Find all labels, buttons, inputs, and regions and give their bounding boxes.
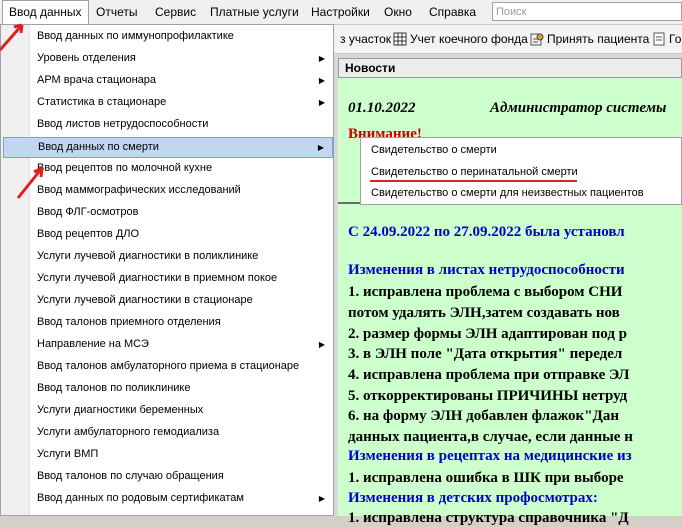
toolbar-bed-fund-button[interactable]: Учет коечного фонда: [393, 31, 528, 47]
menu-item[interactable]: Ввод талонов по поликлинике: [3, 379, 333, 400]
menu-item-label: Ввод данных по иммунопрофилактике: [37, 30, 234, 42]
menu-item-label: АРМ врача стационара: [37, 74, 157, 86]
news-line: данных пациента,в случае, если данные н: [348, 429, 633, 445]
menu-item-label: Уровень отделения: [37, 52, 136, 64]
menu-item[interactable]: Ввод данных по родовым сертификатам ▶: [3, 489, 333, 510]
news-line: 6. на форму ЭЛН добавлен флажок"Дан: [348, 408, 619, 424]
menu-item[interactable]: Услуги диагностики беременных: [3, 401, 333, 422]
menu-item-label: Статистика в стационаре: [37, 96, 167, 108]
news-line: 5. откорректированы ПРИЧИНЫ нетруд: [348, 388, 628, 404]
menu-item[interactable]: Ввод талонов по случаю обращения: [3, 467, 333, 488]
news-author: Администратор системы: [490, 100, 667, 116]
menu-item[interactable]: Уровень отделения ▶: [3, 49, 333, 70]
menu-item-label: Ввод данных по родовым сертификатам: [37, 492, 244, 504]
submenu-arrow-icon: ▶: [318, 340, 325, 349]
news-date: 01.10.2022: [348, 100, 416, 116]
menu-item[interactable]: Ввод рецептов по молочной кухне: [3, 159, 333, 180]
menu-bar: Ввод данных Отчеты Сервис Платные услуги…: [0, 0, 682, 25]
menu-item-label: Услуги лучевой диагностики в приемном по…: [37, 272, 278, 284]
menu-reports[interactable]: Отчеты: [90, 0, 143, 24]
menu-item-label: Направление на МСЭ: [37, 338, 149, 350]
grid-icon: [393, 32, 407, 46]
news-line: 1. исправлена проблема с выбором СНИ: [348, 284, 623, 300]
menu-item[interactable]: Направление на МСЭ ▶: [3, 335, 333, 356]
input-data-dropdown: Ввод данных по иммунопрофилактике Уровень…: [0, 24, 334, 516]
news-line: 1. исправлена ошибка в ШК при выборе: [348, 470, 624, 486]
submenu-arrow-icon: ▶: [318, 494, 325, 503]
menu-item[interactable]: Услуги ВМП: [3, 445, 333, 466]
menu-item-label: Ввод талонов амбулаторного приема в стац…: [37, 360, 300, 372]
menu-item-label: Ввод талонов по случаю обращения: [37, 470, 224, 482]
news-line: С 24.09.2022 по 27.09.2022 была установл: [348, 224, 625, 240]
menu-item[interactable]: Статистика в стационаре ▶: [3, 93, 333, 114]
submenu-arrow-icon: ▶: [317, 143, 324, 152]
menu-item[interactable]: Ввод маммографических исследований: [3, 181, 333, 202]
submenu-arrow-icon: ▶: [318, 98, 325, 107]
menu-input-data[interactable]: Ввод данных: [2, 0, 89, 24]
menu-item-label: Ввод рецептов по молочной кухне: [37, 162, 213, 174]
toolbar-accept-patient-label: Принять пациента: [547, 32, 650, 46]
menu-service[interactable]: Сервис: [149, 0, 202, 24]
menu-item[interactable]: Ввод талонов амбулаторного приема в стац…: [3, 357, 333, 378]
menu-item-label: Ввод рецептов ДЛО: [37, 228, 140, 240]
menu-item[interactable]: АРМ врача стационара ▶: [3, 71, 333, 92]
menu-item[interactable]: Ввод рецептов ДЛО: [3, 225, 333, 246]
menu-item-label: Ввод ФЛГ-осмотров: [37, 206, 139, 218]
menu-settings[interactable]: Настройки: [305, 0, 376, 24]
toolbar-more-label: Го: [669, 32, 682, 46]
menu-item[interactable]: Услуги лучевой диагностики в стационаре: [3, 291, 333, 312]
toolbar-district-button[interactable]: з участок: [340, 31, 391, 47]
news-line: 3. в ЭЛН поле "Дата открытия" передел: [348, 346, 623, 362]
menu-item[interactable]: Ввод данных по иммунопрофилактике: [3, 27, 333, 48]
news-line: 2. размер формы ЭЛН адаптирован под р: [348, 326, 628, 342]
menu-help[interactable]: Справка: [423, 0, 482, 24]
toolbar-bed-fund-label: Учет коечного фонда: [410, 32, 528, 46]
toolbar-accept-patient-button[interactable]: Принять пациента: [530, 31, 649, 47]
submenu-item-death-certificate[interactable]: Свидетельство о смерти: [371, 144, 497, 156]
submenu-arrow-icon: ▶: [318, 54, 325, 63]
news-line: Изменения в рецептах на медицинские из: [348, 448, 632, 464]
news-line: Изменения в детских профосмотрах:: [348, 490, 598, 506]
menu-item-label: Услуги лучевой диагностики в стационаре: [37, 294, 253, 306]
menu-item-label: Услуги диагностики беременных: [37, 404, 204, 416]
submenu-item-perinatal-death-certificate[interactable]: Свидетельство о перинатальной смерти: [371, 166, 578, 178]
patient-icon: [530, 33, 544, 46]
menu-item[interactable]: Услуги лучевой диагностики в приемном по…: [3, 269, 333, 290]
menu-item-label: Ввод талонов приемного отделения: [37, 316, 221, 328]
menu-item-label: Услуги ВМП: [37, 448, 99, 460]
toolbar-district-label: з участок: [340, 32, 392, 46]
menu-paid-services[interactable]: Платные услуги: [204, 0, 305, 24]
news-line: потом удалять ЭЛН,затем создавать нов: [348, 305, 620, 321]
menu-item-label: Ввод данных по смерти: [38, 141, 159, 153]
news-tab[interactable]: Новости: [338, 58, 682, 78]
menu-item-label: Ввод талонов по поликлинике: [37, 382, 191, 394]
news-line: 1. исправлена структура справочника "Д: [348, 510, 629, 526]
submenu-arrow-icon: ▶: [318, 76, 325, 85]
document-icon: [653, 32, 665, 46]
news-line: 4. исправлена проблема при отправке ЭЛ: [348, 367, 630, 383]
menu-item-label: Ввод маммографических исследований: [37, 184, 241, 196]
menu-item[interactable]: Ввод данных по смерти ▶: [3, 137, 333, 158]
menu-item[interactable]: Ввод ФЛГ-осмотров: [3, 203, 333, 224]
death-data-submenu: Свидетельство о смерти Свидетельство о п…: [360, 137, 682, 205]
menu-item[interactable]: Услуги лучевой диагностики в поликлинике: [3, 247, 333, 268]
submenu-item-unknown-patient-death-certificate[interactable]: Свидетельство о смерти для неизвестных п…: [371, 187, 644, 199]
search-box[interactable]: [492, 2, 682, 21]
news-line: Изменения в листах нетрудоспособности: [348, 262, 625, 278]
menu-item[interactable]: Ввод талонов приемного отделения: [3, 313, 333, 334]
menu-item-label: Ввод листов нетрудоспособности: [37, 118, 209, 130]
menu-item-label: Услуги лучевой диагностики в поликлинике: [37, 250, 259, 262]
news-tab-title: Новости: [345, 61, 396, 75]
menu-item[interactable]: Услуги амбулаторного гемодиализа: [3, 423, 333, 444]
menu-item[interactable]: Ввод листов нетрудоспособности: [3, 115, 333, 136]
menu-item-label: Услуги амбулаторного гемодиализа: [37, 426, 220, 438]
toolbar-more-button[interactable]: Го: [652, 31, 681, 47]
menu-window[interactable]: Окно: [378, 0, 418, 24]
search-input[interactable]: [493, 3, 679, 20]
